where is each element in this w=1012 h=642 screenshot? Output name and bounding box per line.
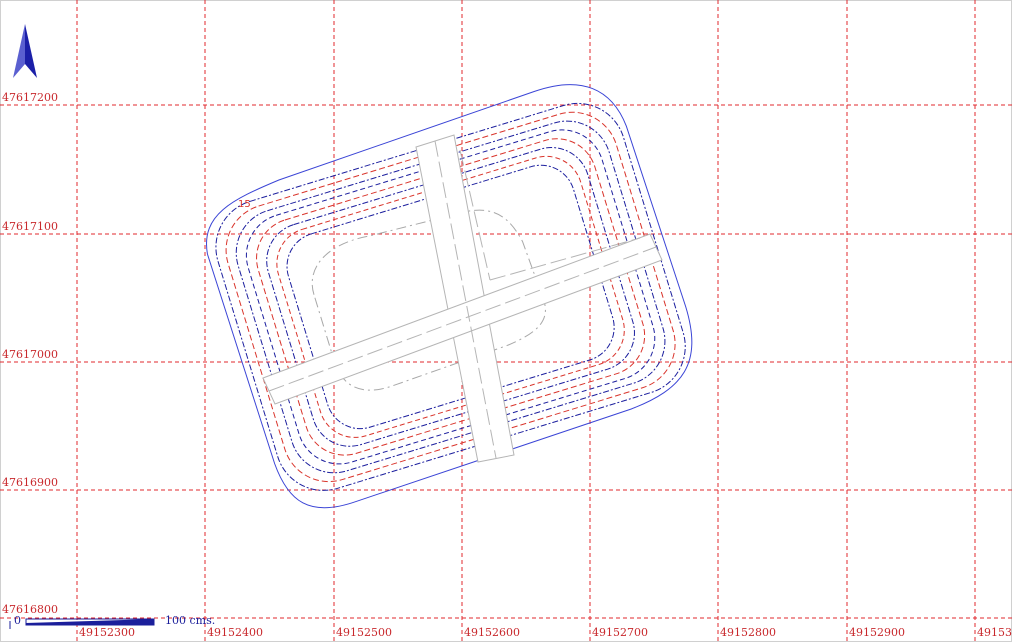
scale-end-label: 100 cms. — [165, 614, 215, 627]
x-label: 4915300 — [977, 626, 1012, 639]
x-label: 49152700 — [592, 626, 648, 639]
x-label: 49152900 — [849, 626, 905, 639]
map-svg: 47617200 47617100 47617000 47616900 4761… — [0, 0, 1012, 642]
map-border — [0, 0, 1012, 642]
y-label: 47617000 — [2, 348, 58, 361]
map-canvas[interactable]: 47617200 47617100 47617000 47616900 4761… — [0, 0, 1012, 642]
x-label: 49152400 — [207, 626, 263, 639]
x-label: 49152500 — [336, 626, 392, 639]
x-label: 49152600 — [464, 626, 520, 639]
coordinate-grid — [0, 0, 1012, 642]
y-label: 47617200 — [2, 91, 58, 104]
x-label: 49152300 — [79, 626, 135, 639]
north-arrow-icon — [13, 24, 37, 78]
y-label: 47617100 — [2, 220, 58, 233]
x-label: 49152800 — [720, 626, 776, 639]
scale-start-label: 0 — [14, 614, 21, 627]
y-label: 47616800 — [2, 603, 58, 616]
y-label: 47616900 — [2, 476, 58, 489]
survey-strips — [262, 134, 663, 463]
contour-label: 15 — [238, 199, 251, 210]
